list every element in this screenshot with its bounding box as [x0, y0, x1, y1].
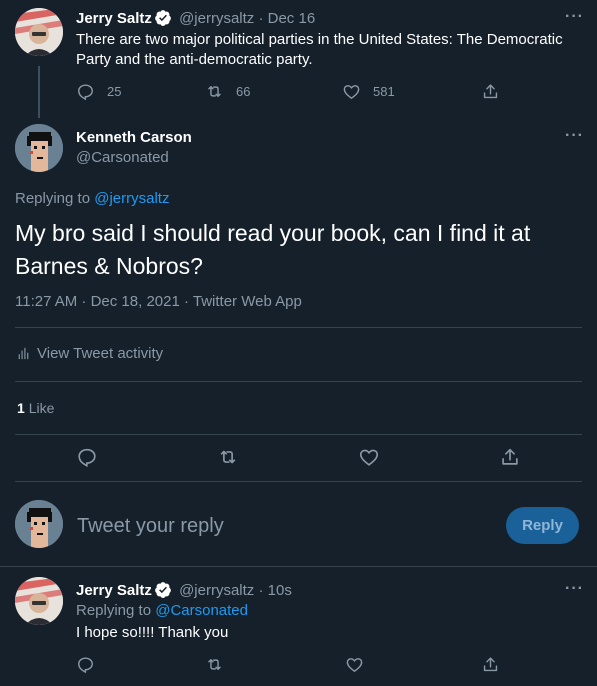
like-icon — [343, 85, 360, 100]
reply-action[interactable] — [76, 655, 95, 674]
reply-action[interactable] — [76, 446, 98, 468]
more-icon[interactable]: ··· — [565, 581, 584, 597]
reply-icon — [78, 84, 93, 101]
like-action[interactable] — [345, 655, 364, 674]
more-icon[interactable]: ··· — [565, 128, 584, 144]
view-tweet-activity[interactable]: View Tweet activity — [15, 345, 163, 362]
replying-to: Replying to @jerrysaltz — [15, 190, 170, 207]
main-author-name: Kenneth Carson — [76, 129, 192, 146]
main-tweet-text: My bro said I should read your book, can… — [15, 220, 531, 279]
thread-connector — [38, 66, 40, 118]
like-icon — [346, 658, 363, 673]
share-action[interactable] — [481, 82, 500, 101]
retweet-icon — [208, 86, 221, 97]
share-icon — [483, 84, 498, 99]
verified-icon — [155, 582, 171, 598]
tweet1-header: Jerry Saltz @jerrysaltz · Dec 16 — [76, 9, 315, 27]
reply-icon — [78, 657, 93, 674]
avatar-kenneth-carson[interactable] — [15, 124, 63, 172]
reply-count: 25 — [107, 84, 122, 99]
share-action[interactable] — [481, 655, 500, 674]
like-action[interactable] — [358, 446, 380, 468]
tweet-date[interactable]: · Dec 16 — [258, 10, 315, 27]
like-action[interactable]: 581 — [342, 82, 395, 101]
retweet-icon — [208, 659, 221, 670]
like-count-summary[interactable]: 1 Like — [17, 398, 54, 418]
divider — [0, 566, 597, 567]
share-icon — [502, 448, 518, 465]
like-icon — [359, 449, 379, 466]
avatar-jerry-saltz[interactable] — [15, 8, 63, 56]
main-author-handle: @Carsonated — [76, 149, 169, 166]
reply-input[interactable]: Tweet your reply — [77, 515, 224, 538]
reply-action[interactable]: 25 — [76, 82, 121, 101]
tweet-timestamp[interactable]: 11:27 AM · Dec 18, 2021 · Twitter Web Ap… — [15, 292, 302, 312]
main-like-label: Like — [28, 400, 55, 416]
share-action[interactable] — [499, 446, 521, 468]
verified-icon — [155, 10, 171, 26]
reply-button[interactable]: Reply — [506, 507, 579, 544]
replying-to-link[interactable]: @Carsonated — [155, 602, 248, 619]
reply-icon — [78, 448, 96, 468]
more-icon[interactable]: ··· — [565, 9, 584, 25]
reply-replying-to: Replying to @Carsonated — [76, 602, 248, 619]
avatar-jerry-saltz[interactable] — [15, 577, 63, 625]
divider — [15, 481, 582, 482]
retweet-action[interactable] — [217, 446, 239, 468]
divider — [15, 381, 582, 382]
tweet1-text: There are two major political parties in… — [76, 31, 563, 68]
share-icon — [483, 657, 498, 672]
activity-icon — [18, 347, 29, 360]
author-name[interactable]: Jerry Saltz — [76, 582, 152, 599]
retweet-action[interactable]: 66 — [205, 82, 250, 101]
replying-to-link[interactable]: @jerrysaltz — [94, 190, 169, 207]
retweet-icon — [220, 450, 236, 464]
retweet-count: 66 — [236, 84, 251, 99]
divider — [15, 434, 582, 435]
divider — [15, 327, 582, 328]
reply-text: I hope so!!!! Thank you — [76, 624, 229, 641]
retweet-action[interactable] — [205, 655, 224, 674]
author-name[interactable]: Jerry Saltz — [76, 10, 152, 27]
tweet-date[interactable]: · 10s — [258, 582, 291, 599]
reply-header: Jerry Saltz @jerrysaltz · 10s — [76, 581, 292, 599]
like-count: 581 — [373, 84, 395, 99]
main-like-count: 1 — [17, 400, 25, 416]
author-handle[interactable]: @jerrysaltz — [179, 582, 254, 599]
author-handle[interactable]: @jerrysaltz — [179, 10, 254, 27]
avatar-current-user[interactable] — [15, 500, 63, 548]
